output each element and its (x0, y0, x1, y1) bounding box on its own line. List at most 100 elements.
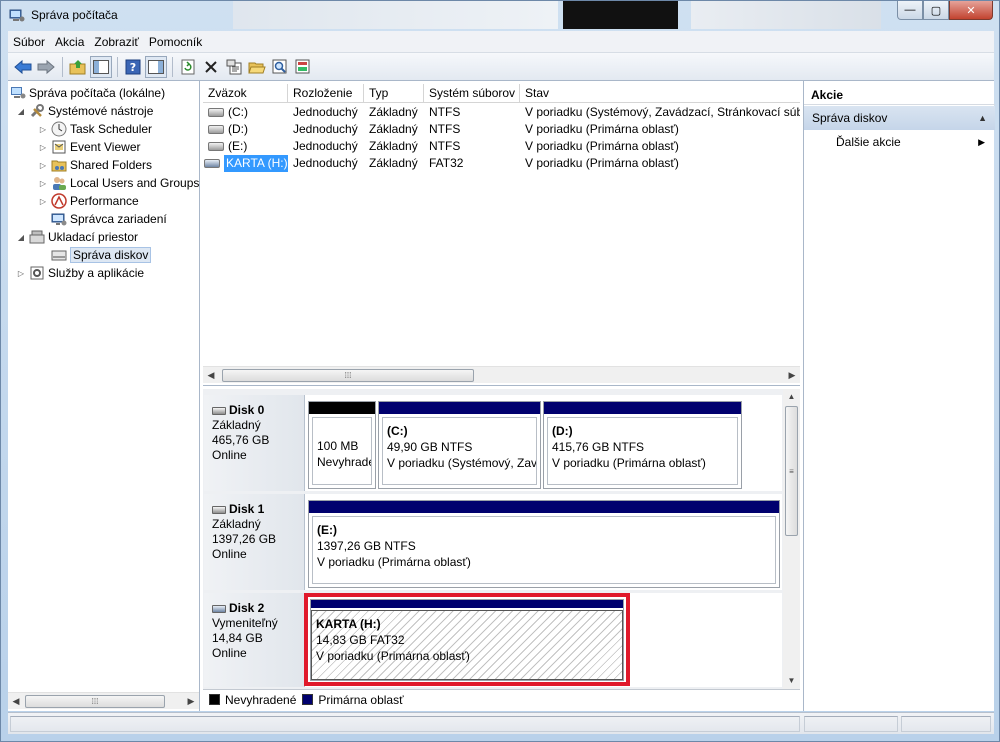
back-button[interactable] (12, 56, 34, 78)
tree-item-shared-folders[interactable]: ▷ Shared Folders (38, 156, 152, 174)
disk-size: 14,84 GB (212, 631, 263, 645)
forward-button[interactable] (35, 56, 57, 78)
menu-help[interactable]: Pomocník (144, 35, 207, 49)
menu-file[interactable]: Súbor (8, 35, 50, 49)
collapse-caret-icon[interactable]: ▲ (978, 106, 987, 130)
volume-list-horizontal-scrollbar[interactable]: ◀ ⁞⁞⁞ ▶ (203, 366, 800, 383)
help-icon: ? (125, 59, 141, 74)
collapse-arrow-icon[interactable]: ◢ (16, 233, 26, 242)
disk-name: Disk 1 (229, 502, 265, 516)
scroll-right-icon[interactable]: ▶ (183, 693, 199, 709)
partition-c[interactable]: (C:) 49,90 GB NTFS V poriadku (Systémový… (378, 401, 541, 489)
disk-label[interactable]: Disk 2 Vymeniteľný 14,84 GB Online (204, 593, 305, 687)
table-row-selected[interactable]: KARTA (H:) Jednoduchý Základný FAT32 V p… (203, 155, 800, 172)
actions-section-disk-management[interactable]: Správa diskov ▲ (804, 106, 995, 130)
tree-horizontal-scrollbar[interactable]: ◀ ⁞⁞⁞ ▶ (8, 692, 199, 709)
scroll-right-icon[interactable]: ▶ (784, 367, 800, 383)
table-row[interactable]: (C:) Jednoduchý Základný NTFS V poriadku… (203, 104, 800, 121)
collapse-arrow-icon[interactable]: ◢ (16, 107, 26, 116)
disk-label[interactable]: Disk 0 Základný 465,76 GB Online (204, 395, 305, 491)
tree-item-system-tools[interactable]: ◢ Systémové nástroje (16, 102, 153, 120)
status-cell (804, 716, 898, 732)
maximize-button[interactable]: ▢ (923, 1, 949, 20)
show-hide-action-pane-button[interactable] (145, 55, 167, 78)
volume-list-header: Zväzok Rozloženie Typ Systém súborov Sta… (203, 84, 800, 103)
properties-button[interactable] (223, 56, 245, 78)
column-header-layout[interactable]: Rozloženie (288, 84, 364, 103)
expand-arrow-icon[interactable]: ▷ (16, 269, 26, 278)
status-cell (10, 716, 800, 732)
expand-arrow-icon[interactable]: ▷ (38, 197, 48, 206)
shared-folder-icon (51, 160, 67, 172)
partition-unallocated[interactable]: 100 MB Nevyhradené (308, 401, 376, 489)
main-area: Správa počítača (lokálne) ◢ Systémové ná… (8, 81, 995, 711)
column-header-volume[interactable]: Zväzok (203, 84, 288, 103)
tree-item-disk-management[interactable]: Správa diskov (51, 246, 152, 264)
refresh-button[interactable] (177, 56, 199, 78)
scroll-thumb[interactable]: ⁞⁞⁞ (222, 369, 474, 382)
volume-name: KARTA (H:) (224, 155, 288, 172)
volume-layout: Jednoduchý (293, 105, 358, 119)
scroll-left-icon[interactable]: ◀ (203, 367, 219, 383)
disk-label[interactable]: Disk 1 Základný 1397,26 GB Online (204, 494, 305, 590)
menu-bar: Súbor Akcia Zobraziť Pomocník (8, 31, 994, 53)
disk-view-vertical-scrollbar[interactable]: ▲ ≡ ▼ (783, 389, 800, 689)
settings-icon (295, 59, 310, 73)
tree-item-event-viewer[interactable]: ▷ Event Viewer (38, 138, 141, 156)
volume-status: V poriadku (Systémový, Zavádzací, Stránk… (525, 105, 800, 119)
tree-item-label: Správca zariadení (70, 212, 167, 226)
tree-item-local-users[interactable]: ▷ Local Users and Groups (38, 174, 199, 192)
table-row[interactable]: (D:) Jednoduchý Základný NTFS V poriadku… (203, 121, 800, 138)
close-button[interactable]: ✕ (949, 1, 993, 20)
scroll-thumb[interactable]: ≡ (785, 406, 798, 536)
expand-arrow-icon[interactable]: ▷ (38, 125, 48, 134)
unallocated-swatch (209, 694, 220, 705)
menu-view[interactable]: Zobraziť (89, 35, 144, 49)
scroll-thumb[interactable]: ⁞⁞⁞ (25, 695, 165, 708)
toolbar-separator (117, 56, 118, 77)
tree-item-device-manager[interactable]: Správca zariadení (51, 210, 167, 228)
scroll-up-icon[interactable]: ▲ (783, 389, 800, 405)
partition-d[interactable]: (D:) 415,76 GB NTFS V poriadku (Primárna… (543, 401, 742, 489)
minimize-button[interactable]: — (897, 1, 923, 20)
tree-item-services[interactable]: ▷ Služby a aplikácie (16, 264, 144, 282)
disk-icon (212, 406, 226, 415)
menu-action[interactable]: Akcia (50, 35, 89, 49)
settings-button[interactable] (292, 56, 314, 78)
actions-pane: Akcie Správa diskov ▲ Ďalšie akcie ▶ (803, 81, 995, 711)
open-button[interactable] (246, 56, 268, 78)
disk-row[interactable]: Disk 0 Základný 465,76 GB Online 100 MB … (204, 395, 782, 491)
toolbar-separator (172, 56, 173, 77)
partition-status: V poriadku (Primárna oblasť) (552, 456, 706, 470)
search-button[interactable] (269, 56, 291, 78)
tree-item-storage[interactable]: ◢ Ukladací priestor (16, 228, 138, 246)
expand-arrow-icon[interactable]: ▷ (38, 143, 48, 152)
column-header-filesystem[interactable]: Systém súborov (424, 84, 520, 103)
drive-icon (208, 108, 224, 117)
column-header-type[interactable]: Typ (364, 84, 424, 103)
disk-row[interactable]: Disk 1 Základný 1397,26 GB Online (E:) 1… (204, 494, 782, 590)
disk-type: Základný (212, 517, 261, 531)
expand-arrow-icon[interactable]: ▷ (38, 179, 48, 188)
partition-status: Nevyhradené (317, 455, 371, 469)
up-one-level-button[interactable] (67, 56, 89, 78)
volume-status: V poriadku (Primárna oblasť) (525, 122, 679, 136)
table-row[interactable]: (E:) Jednoduchý Základný NTFS V poriadku… (203, 138, 800, 155)
tree-item-root[interactable]: Správa počítača (lokálne) (10, 84, 165, 102)
tree-item-performance[interactable]: ▷ Performance (38, 192, 139, 210)
scroll-down-icon[interactable]: ▼ (783, 673, 800, 689)
volume-filesystem: NTFS (429, 105, 461, 119)
more-actions-item[interactable]: Ďalšie akcie ▶ (804, 133, 995, 151)
refresh-icon (181, 59, 195, 74)
partition-e[interactable]: (E:) 1397,26 GB NTFS V poriadku (Primárn… (308, 500, 780, 588)
toolbar: ? (8, 53, 994, 81)
expand-arrow-icon[interactable]: ▷ (38, 161, 48, 170)
disk-state: Online (212, 448, 247, 462)
show-hide-tree-button[interactable] (90, 55, 112, 78)
scroll-left-icon[interactable]: ◀ (8, 693, 24, 709)
title-bar[interactable]: Správa počítača — ▢ ✕ (1, 1, 999, 31)
delete-button[interactable] (200, 56, 222, 78)
help-button[interactable]: ? (122, 56, 144, 78)
tree-item-task-scheduler[interactable]: ▷ Task Scheduler (38, 120, 152, 138)
column-header-status[interactable]: Stav (520, 84, 800, 103)
